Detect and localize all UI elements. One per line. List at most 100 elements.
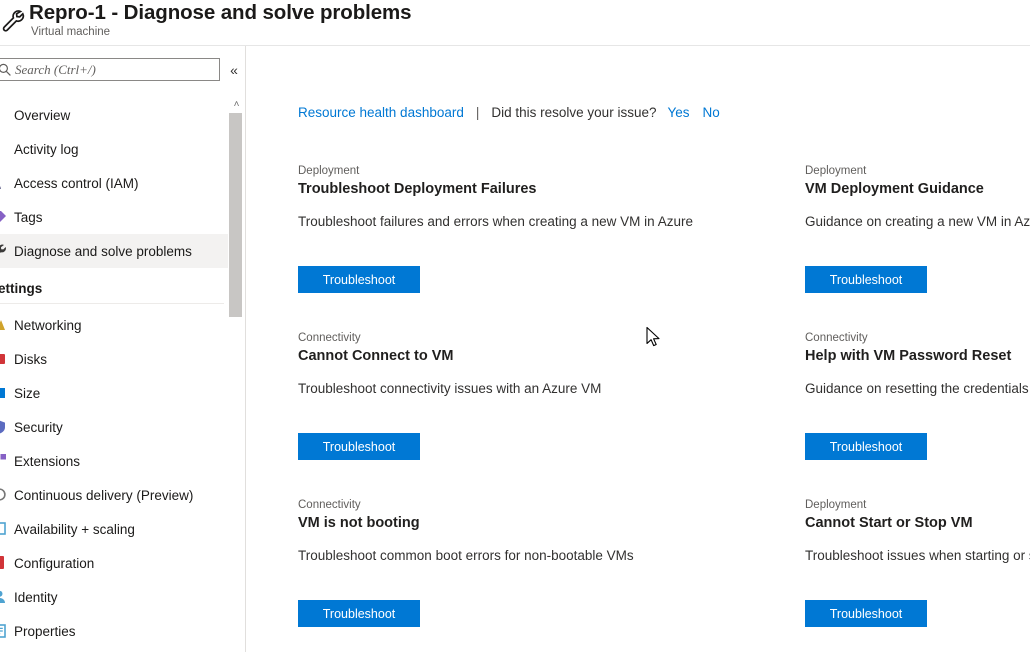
troubleshoot-button[interactable]: Troubleshoot <box>805 266 927 293</box>
troubleshoot-card: ConnectivityVM is not booting Troubleshoo… <box>298 498 768 566</box>
page-title: Repro-1 - Diagnose and solve problems <box>29 1 411 25</box>
troubleshoot-card: ConnectivityHelp with VM Password Reset G… <box>805 331 1030 399</box>
sidebar-item-label: Properties <box>14 624 76 639</box>
sidebar-section-label: Settings <box>0 281 42 296</box>
troubleshoot-button[interactable]: Troubleshoot <box>805 433 927 460</box>
identity-icon <box>0 589 9 605</box>
delivery-icon <box>0 487 9 503</box>
sidebar-item-configuration[interactable]: Configuration <box>0 546 246 580</box>
sidebar-item-label: Diagnose and solve problems <box>14 244 192 259</box>
troubleshoot-card: ConnectivityCannot Connect to VM Troubles… <box>298 331 768 399</box>
sidebar-item-label: Security <box>14 420 63 435</box>
card-description: Troubleshoot issues when starting or sto… <box>805 545 1030 566</box>
sidebar-item-label: Tags <box>14 210 43 225</box>
card-row: DeploymentTroubleshoot Deployment Failur… <box>298 164 1030 331</box>
toolbar-separator: | <box>476 105 480 120</box>
sidebar-section-header: Settings <box>0 268 246 298</box>
extensions-icon <box>0 453 9 469</box>
card-title: VM Deployment Guidance <box>805 179 1030 199</box>
sidebar-divider <box>0 303 224 304</box>
card-row: ConnectivityCannot Connect to VMTroubles… <box>298 331 1030 498</box>
tag-icon <box>0 209 9 225</box>
card-category-label: Deployment <box>298 164 768 178</box>
sidebar-item-label: Access control (IAM) <box>14 176 139 191</box>
sidebar-item-label: Activity log <box>14 142 79 157</box>
sidebar-item-label: Configuration <box>14 556 94 571</box>
main-content: Resource health dashboard | Did this res… <box>247 46 1030 652</box>
card-category-label: Deployment <box>805 164 1030 178</box>
sidebar-item-label: Disks <box>14 352 47 367</box>
troubleshoot-button[interactable]: Troubleshoot <box>298 600 420 627</box>
search-box[interactable] <box>0 58 220 81</box>
page-subtitle: Virtual machine <box>31 26 110 38</box>
troubleshoot-button[interactable]: Troubleshoot <box>298 433 420 460</box>
sidebar-item-label: Overview <box>14 108 70 123</box>
sidebar-item-diagnose-and-solve-problems[interactable]: Diagnose and solve problems <box>0 234 246 268</box>
sidebar-item-extensions[interactable]: Extensions <box>0 444 246 478</box>
resource-health-dashboard-link[interactable]: Resource health dashboard <box>298 105 464 120</box>
sidebar-item-label: Networking <box>14 318 82 333</box>
troubleshoot-button[interactable]: Troubleshoot <box>298 266 420 293</box>
collapse-sidebar-button[interactable]: « <box>226 62 242 78</box>
content-toolbar: Resource health dashboard | Did this res… <box>298 102 720 122</box>
sidebar-item-access-control-iam[interactable]: Access control (IAM) <box>0 166 246 200</box>
search-icon <box>0 63 11 76</box>
sidebar-item-security[interactable]: Security <box>0 410 246 444</box>
troubleshoot-card: DeploymentTroubleshoot Deployment Failur… <box>298 164 768 232</box>
sidebar-item-activity-log[interactable]: Activity log <box>0 132 246 166</box>
sidebar-item-disks[interactable]: Disks <box>0 342 246 376</box>
sidebar-item-overview[interactable]: Overview <box>0 98 246 132</box>
activity-log-icon <box>0 141 9 157</box>
scroll-up-arrow-icon[interactable]: ˄ <box>230 98 243 111</box>
resolve-yes-link[interactable]: Yes <box>667 105 689 120</box>
sidebar-nav-list: Overview Activity log Access control (IAM)… <box>0 98 246 652</box>
sidebar-item-tags[interactable]: Tags <box>0 200 246 234</box>
troubleshoot-card-grid: DeploymentTroubleshoot Deployment Failur… <box>298 164 1030 652</box>
sidebar-search-row: « <box>0 58 246 92</box>
card-description: Troubleshoot failures and errors when cr… <box>298 211 728 232</box>
card-description: Troubleshoot common boot errors for non-… <box>298 545 728 566</box>
card-title: Troubleshoot Deployment Failures <box>298 179 768 199</box>
sidebar-item-label: Identity <box>14 590 58 605</box>
card-category-label: Connectivity <box>805 331 1030 345</box>
card-title: VM is not booting <box>298 513 768 533</box>
size-icon <box>0 385 9 401</box>
card-title: Cannot Connect to VM <box>298 346 768 366</box>
sidebar-scrollbar-thumb[interactable] <box>229 113 242 317</box>
sidebar-item-label: Availability + scaling <box>14 522 135 537</box>
troubleshoot-card: DeploymentCannot Start or Stop VM Trouble… <box>805 498 1030 566</box>
sidebar: « Overview Activity log Access control (IA… <box>0 46 246 652</box>
sidebar-item-label: Continuous delivery (Preview) <box>14 488 193 503</box>
wrench-icon <box>0 3 30 37</box>
shield-icon <box>0 419 9 435</box>
scaling-icon <box>0 521 9 537</box>
troubleshoot-card: DeploymentVM Deployment Guidance Guidance… <box>805 164 1030 232</box>
sidebar-item-identity[interactable]: Identity <box>0 580 246 614</box>
sidebar-item-properties[interactable]: Properties <box>0 614 246 648</box>
card-category-label: Deployment <box>805 498 1030 512</box>
people-icon <box>0 175 9 191</box>
troubleshoot-button[interactable]: Troubleshoot <box>805 600 927 627</box>
card-description: Troubleshoot connectivity issues with an… <box>298 378 728 399</box>
card-category-label: Connectivity <box>298 498 768 512</box>
card-category-label: Connectivity <box>298 331 768 345</box>
card-row: ConnectivityVM is not booting Troubleshoo… <box>298 498 1030 652</box>
card-title: Help with VM Password Reset <box>805 346 1030 366</box>
card-description: Guidance on creating a new VM in Azure <box>805 211 1030 232</box>
card-description: Guidance on resetting the credentials of… <box>805 378 1030 399</box>
properties-icon <box>0 623 9 639</box>
sidebar-item-availability-scaling[interactable]: Availability + scaling <box>0 512 246 546</box>
sidebar-item-label: Extensions <box>14 454 80 469</box>
sidebar-item-continuous-delivery-preview[interactable]: Continuous delivery (Preview) <box>0 478 246 512</box>
page-header: Repro-1 - Diagnose and solve problems Vi… <box>0 0 1030 46</box>
overview-icon <box>0 107 9 123</box>
configuration-icon <box>0 555 9 571</box>
search-input[interactable] <box>15 59 213 80</box>
disk-icon <box>0 351 9 367</box>
card-title: Cannot Start or Stop VM <box>805 513 1030 533</box>
wrench-icon <box>0 243 9 259</box>
resolve-no-link[interactable]: No <box>703 105 720 120</box>
sidebar-item-networking[interactable]: Networking <box>0 308 246 342</box>
sidebar-item-size[interactable]: Size <box>0 376 246 410</box>
network-icon <box>0 317 9 333</box>
